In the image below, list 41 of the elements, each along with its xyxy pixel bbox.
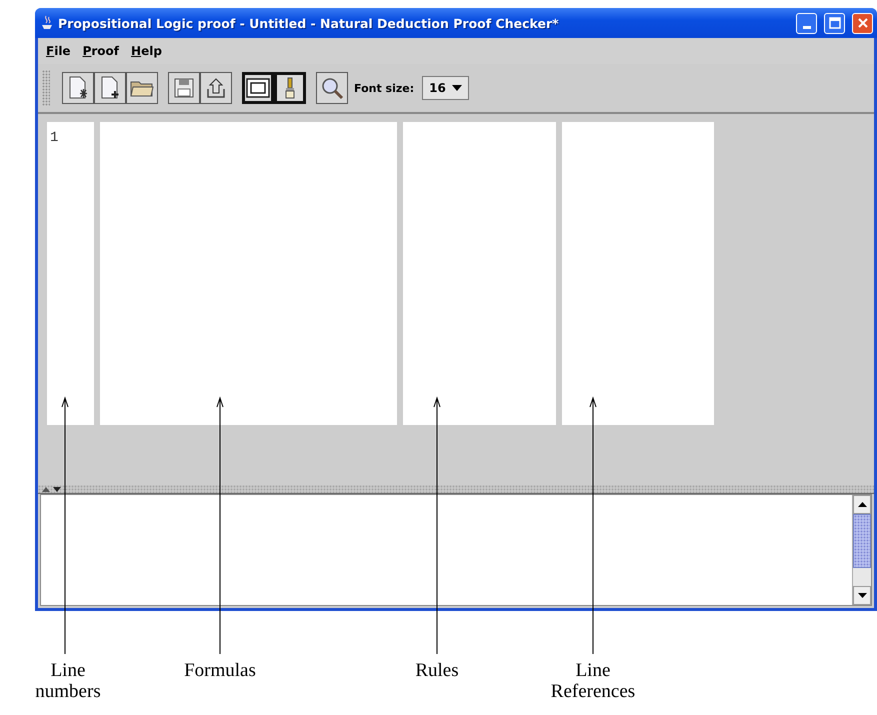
toolbar-grip[interactable] xyxy=(42,70,50,106)
maximize-button[interactable] xyxy=(824,12,845,34)
menu-item[interactable]: Proof xyxy=(82,44,120,58)
annotation-label: Line numbers xyxy=(34,660,102,702)
font-size-dropdown[interactable]: 16 xyxy=(422,76,469,100)
frame-icon xyxy=(246,78,270,98)
dropdown-arrow-icon xyxy=(452,85,462,91)
annotation-label: Line References xyxy=(550,660,636,702)
toolbar-button[interactable] xyxy=(242,72,274,104)
toolbar-button[interactable] xyxy=(94,72,126,104)
toolbar-button[interactable] xyxy=(62,72,94,104)
annotation-label: Formulas xyxy=(183,660,257,681)
toolbar-button[interactable] xyxy=(274,72,306,104)
maximize-icon xyxy=(828,17,840,29)
menu-item[interactable]: Help xyxy=(131,44,162,58)
up-arrow-icon xyxy=(858,502,866,507)
brush-icon xyxy=(283,77,297,99)
search-icon xyxy=(320,76,344,100)
scroll-thumb[interactable] xyxy=(853,514,871,568)
down-arrow-icon xyxy=(53,486,61,492)
menu-item[interactable]: File xyxy=(46,44,71,58)
scroll-down-button[interactable] xyxy=(853,586,871,605)
add-document-icon xyxy=(99,76,121,100)
scrollbar[interactable] xyxy=(852,495,871,605)
up-arrow-icon xyxy=(42,486,50,492)
close-icon xyxy=(856,17,868,29)
splitter-handle[interactable] xyxy=(38,485,874,494)
toolbar-button[interactable] xyxy=(200,72,232,104)
window-title: Propositional Logic proof - Untitled - Natural Deduction Proof Checker* xyxy=(58,16,560,30)
close-button[interactable] xyxy=(852,12,873,34)
scroll-up-button[interactable] xyxy=(853,495,871,514)
minimize-icon xyxy=(802,26,810,28)
line-number: 1 xyxy=(49,129,60,146)
down-arrow-icon xyxy=(858,593,866,598)
coffee-cup-icon xyxy=(41,15,53,31)
annotation-label: Rules xyxy=(414,660,460,681)
new-document-icon xyxy=(67,76,89,100)
minimize-button[interactable] xyxy=(796,12,817,34)
upload-icon xyxy=(205,77,227,99)
font-size-label: Font size: xyxy=(354,82,414,94)
toolbar-button[interactable] xyxy=(168,72,200,104)
